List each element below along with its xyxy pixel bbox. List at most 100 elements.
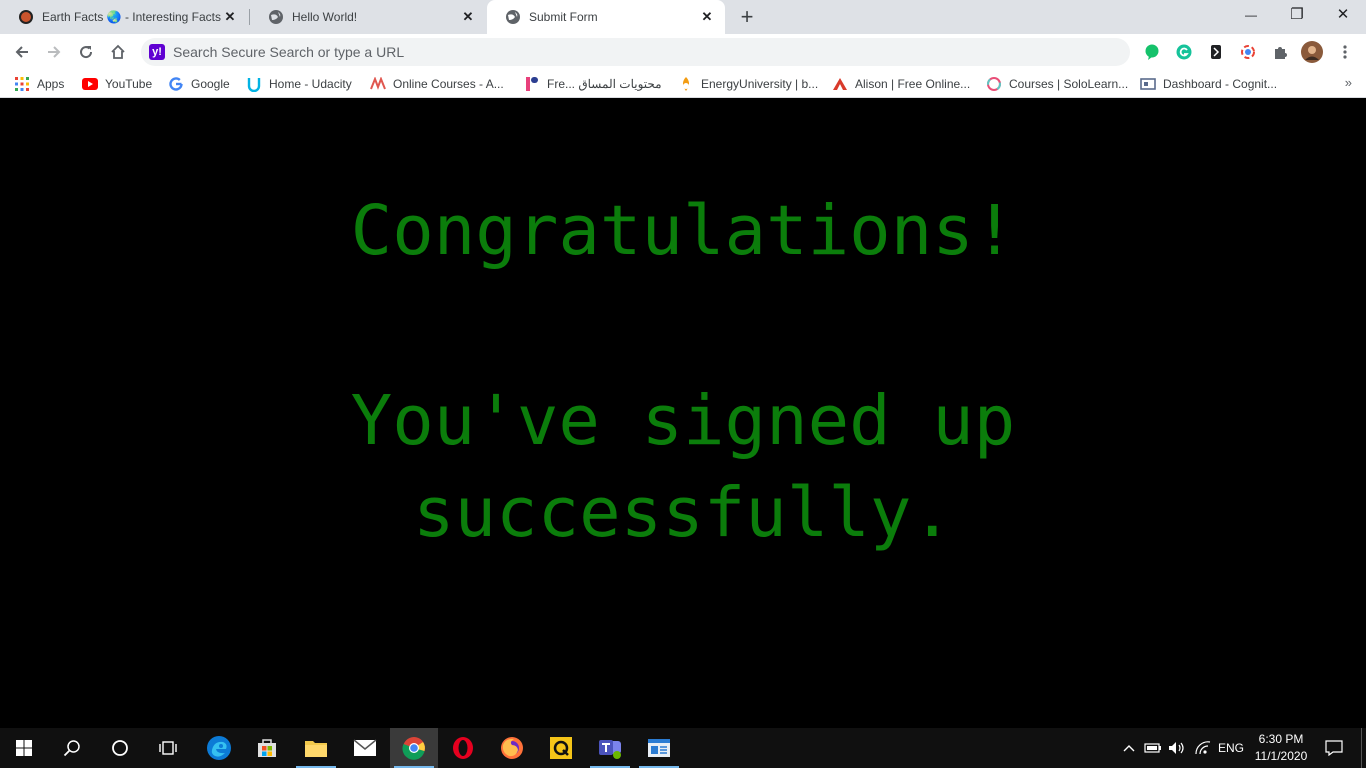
bookmark-label: YouTube: [105, 77, 153, 91]
yahoo-search-icon: y!: [149, 44, 165, 60]
taskbar-app-window[interactable]: [635, 728, 683, 768]
bookmark-alison[interactable]: Alison | Free Online...: [832, 75, 970, 93]
new-tab-button[interactable]: +: [733, 3, 761, 31]
bookmark-google[interactable]: Google: [168, 75, 230, 93]
tab-submit-form[interactable]: Submit Form ✕: [487, 0, 725, 34]
taskbar-store[interactable]: [243, 728, 291, 768]
online-courses-icon: [370, 76, 386, 92]
window-app-icon: [648, 739, 670, 757]
bookmark-edraak[interactable]: Fre... محتويات المساق: [524, 75, 662, 93]
edge-icon: [207, 736, 231, 760]
close-window-button[interactable]: ✕: [1320, 0, 1366, 32]
battery-status[interactable]: [1142, 728, 1164, 768]
address-input[interactable]: [173, 44, 1073, 60]
bookmark-energy-university[interactable]: EnergyUniversity | b...: [678, 75, 818, 93]
colorful-extension-icon[interactable]: [1239, 43, 1257, 61]
reload-button[interactable]: [71, 37, 101, 67]
tab-earth-facts[interactable]: Earth Facts 🌏 - Interesting Facts ✕: [0, 0, 248, 34]
notifications-button[interactable]: [1320, 728, 1348, 768]
maximize-button[interactable]: ❐: [1274, 0, 1320, 32]
speaker-icon: [1169, 742, 1184, 754]
clock-time: 6:30 PM: [1258, 732, 1304, 746]
taskbar-chrome[interactable]: [390, 728, 438, 768]
grammarly-extension-icon[interactable]: [1143, 43, 1161, 61]
bookmark-label: Apps: [37, 77, 65, 91]
home-button[interactable]: [103, 37, 133, 67]
bookmark-label: Fre... محتويات المساق: [547, 77, 662, 91]
udacity-icon: [246, 76, 262, 92]
taskbar-mail[interactable]: [341, 728, 389, 768]
tab-strip: Earth Facts 🌏 - Interesting Facts ✕ Hell…: [0, 0, 1366, 34]
bookmark-extension-icon[interactable]: [1207, 43, 1225, 61]
battery-icon: [1144, 743, 1161, 753]
task-view-icon: [159, 741, 177, 755]
youtube-icon: [82, 76, 98, 92]
tab-close-icon[interactable]: ✕: [222, 9, 238, 25]
bookmark-sololearn[interactable]: Courses | SoloLearn...: [986, 75, 1128, 93]
bookmark-cognitive-class[interactable]: Dashboard - Cognit...: [1140, 75, 1277, 93]
tab-close-icon[interactable]: ✕: [699, 9, 715, 25]
search-icon: [63, 740, 80, 757]
back-button[interactable]: [7, 37, 37, 67]
start-button[interactable]: [0, 728, 48, 768]
notification-icon: [1325, 740, 1343, 756]
reload-icon: [80, 46, 93, 59]
show-desktop-button[interactable]: [1361, 728, 1362, 768]
browser-menu-icon[interactable]: [1336, 43, 1354, 61]
home-icon: [111, 44, 125, 59]
taskbar-edge[interactable]: [195, 728, 243, 768]
teams-icon: [599, 740, 621, 759]
google-icon: [168, 76, 184, 92]
system-clock[interactable]: 6:30 PM 11/1/2020: [1248, 731, 1314, 765]
cortana-button[interactable]: [96, 728, 144, 768]
address-bar[interactable]: y!: [141, 38, 1130, 66]
browser-toolbar: y!: [0, 34, 1366, 70]
mail-icon: [353, 739, 377, 756]
volume-control[interactable]: [1166, 728, 1188, 768]
bookmark-label: Dashboard - Cognit...: [1163, 77, 1278, 91]
alison-icon: [832, 76, 848, 92]
bookmark-label: Courses | SoloLearn...: [1009, 77, 1129, 91]
sololearn-icon: [986, 76, 1002, 92]
cortana-circle-icon: [112, 740, 128, 756]
bookmark-apps[interactable]: Apps: [14, 75, 64, 93]
extensions-puzzle-icon[interactable]: [1271, 43, 1289, 61]
taskbar-app-yellow[interactable]: [537, 728, 585, 768]
microsoft-store-icon: [258, 739, 276, 757]
taskbar-teams[interactable]: [586, 728, 634, 768]
tab-title: Hello World!: [292, 10, 358, 24]
input-language[interactable]: ENG: [1214, 728, 1248, 768]
chrome-icon: [402, 737, 425, 760]
bookmark-label: Google: [191, 77, 230, 91]
task-view-button[interactable]: [144, 728, 192, 768]
taskbar-opera[interactable]: [439, 728, 487, 768]
tab-close-icon[interactable]: ✕: [460, 9, 476, 25]
profile-avatar[interactable]: [1301, 41, 1323, 63]
search-button[interactable]: [48, 728, 96, 768]
show-hidden-icons-button[interactable]: [1120, 728, 1138, 768]
tab-title: Earth Facts 🌏 - Interesting Facts: [42, 10, 221, 24]
bookmark-label: Home - Udacity: [269, 77, 352, 91]
minimize-button[interactable]: —: [1228, 0, 1274, 32]
bookmark-udacity[interactable]: Home - Udacity: [246, 75, 352, 93]
bookmark-youtube[interactable]: YouTube: [82, 75, 152, 93]
taskbar-file-explorer[interactable]: [292, 728, 340, 768]
taskbar-firefox[interactable]: [488, 728, 536, 768]
grammarly-g-extension-icon[interactable]: [1175, 43, 1193, 61]
bookmarks-bar: Apps YouTube Google Home - Udacity Onlin…: [0, 70, 1366, 98]
energy-university-icon: [678, 76, 694, 92]
tab-hello-world[interactable]: Hello World! ✕: [250, 0, 486, 34]
opera-icon: [453, 737, 473, 759]
bookmarks-overflow-icon[interactable]: »: [1345, 75, 1352, 90]
windows-taskbar: ENG 6:30 PM 11/1/2020: [0, 728, 1366, 768]
edraak-icon: [524, 76, 540, 92]
globe-icon: [505, 9, 521, 25]
apps-grid-icon: [14, 76, 30, 92]
bookmark-online-courses[interactable]: Online Courses - A...: [370, 75, 504, 93]
windows-logo-icon: [16, 740, 32, 756]
cognitive-class-icon: [1140, 76, 1156, 92]
network-status[interactable]: [1192, 728, 1214, 768]
forward-button[interactable]: [39, 37, 69, 67]
file-explorer-icon: [305, 741, 327, 757]
back-arrow-icon: [15, 46, 28, 58]
